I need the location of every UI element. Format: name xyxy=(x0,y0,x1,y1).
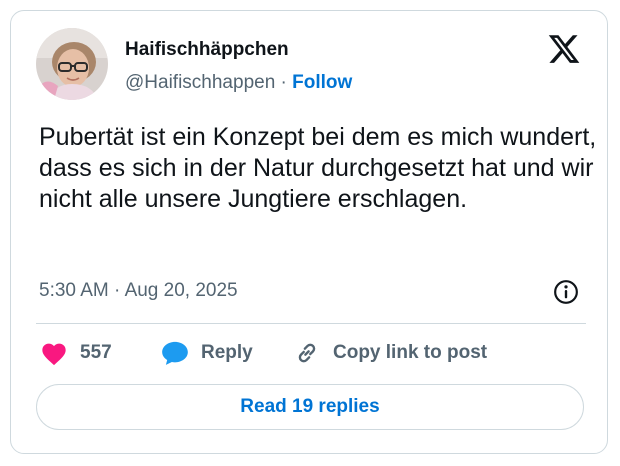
speech-bubble-icon xyxy=(162,341,188,365)
tweet-timestamp: 5:30 AM · Aug 20, 2025 xyxy=(39,279,238,303)
info-icon[interactable] xyxy=(553,279,579,305)
like-button[interactable]: 557 xyxy=(40,338,112,368)
x-logo-icon[interactable] xyxy=(547,32,581,66)
author-display-name[interactable]: Haifischhäppchen xyxy=(125,38,289,62)
author-handle-line: @Haifischhappen · Follow xyxy=(125,71,352,95)
read-replies-button[interactable]: Read 19 replies xyxy=(36,384,584,430)
like-count: 557 xyxy=(80,342,112,363)
tweet-time[interactable]: 5:30 AM xyxy=(39,280,109,301)
avatar[interactable] xyxy=(36,28,108,100)
reply-label: Reply xyxy=(201,342,253,363)
copy-link-button[interactable]: Copy link to post xyxy=(293,338,487,368)
tweet-date[interactable]: Aug 20, 2025 xyxy=(125,280,238,301)
avatar-image xyxy=(36,28,108,100)
copy-link-label: Copy link to post xyxy=(333,342,488,363)
chain-link-icon xyxy=(298,343,316,363)
heart-icon xyxy=(42,343,66,366)
tweet-card: Haifischhäppchen @Haifischhappen · Follo… xyxy=(10,10,608,454)
author-handle[interactable]: @Haifischhappen xyxy=(125,72,275,93)
handle-separator: · xyxy=(280,72,287,93)
tweet-text: Pubertät ist ein Konzept bei dem es mich… xyxy=(39,123,597,213)
read-replies-label: Read 19 replies xyxy=(240,396,380,417)
reply-button[interactable]: Reply xyxy=(161,338,253,368)
timestamp-separator: · xyxy=(114,280,121,301)
divider xyxy=(36,323,586,324)
follow-link[interactable]: Follow xyxy=(292,72,352,93)
